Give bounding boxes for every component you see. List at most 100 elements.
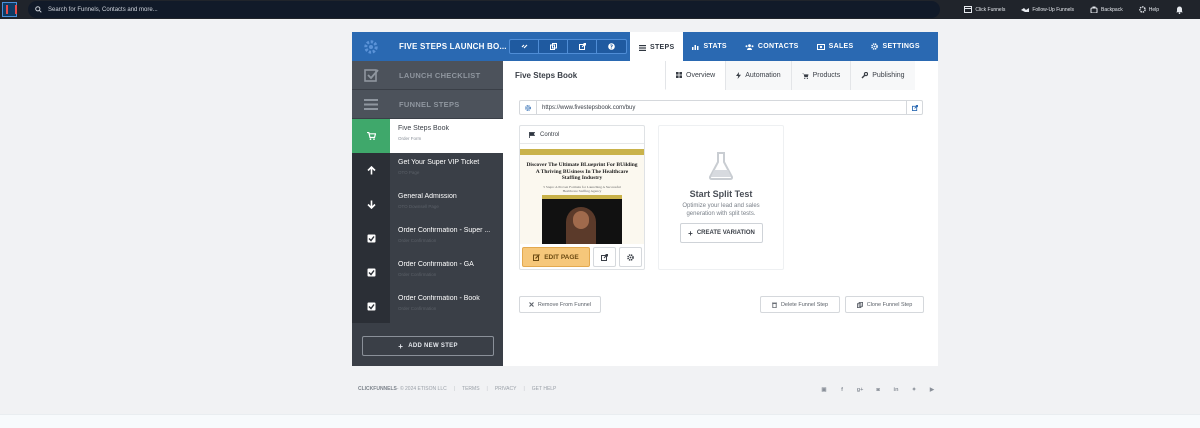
url-open-button[interactable]: [906, 101, 922, 114]
step-type: Order Confirmation: [398, 306, 437, 311]
money-icon: [816, 43, 825, 50]
help-button[interactable]: ?: [597, 40, 626, 53]
checkbox-checked-icon: [367, 302, 375, 310]
sidebar: LAUNCH CHECKLIST FUNNEL STEPS Five Steps…: [352, 61, 503, 366]
twitter-icon[interactable]: ✦: [905, 387, 923, 393]
search-icon: [35, 6, 42, 13]
nav-help[interactable]: Help: [1138, 6, 1159, 13]
header-icon-group: ?: [509, 39, 627, 54]
footer-help-link[interactable]: GET HELP: [532, 386, 557, 392]
page-url-field[interactable]: https://www.fivestepsbook.com/buy: [519, 100, 923, 115]
search-placeholder: Search for Funnels, Contacts and more...: [48, 6, 158, 13]
page-url: https://www.fivestepsbook.com/buy: [542, 104, 636, 111]
tab-steps[interactable]: STEPS: [630, 32, 684, 61]
preview-heading: Discover The Ultimate BLueprint For BUil…: [526, 162, 638, 181]
menu-icon: [364, 98, 378, 110]
users-icon: [745, 43, 754, 50]
funnel-gear-icon[interactable]: [352, 32, 390, 61]
delete-funnel-step-button[interactable]: Delete Funnel Step: [760, 296, 840, 313]
sidebar-launch-checklist[interactable]: LAUNCH CHECKLIST: [352, 61, 503, 90]
step-type: OTO Downsell Page: [398, 204, 439, 209]
control-header: Control: [520, 126, 644, 144]
google-plus-icon[interactable]: g+: [851, 387, 869, 393]
plus-icon: +: [688, 228, 693, 238]
add-new-step-button[interactable]: + ADD NEW STEP: [362, 336, 494, 356]
bottom-strip: [0, 414, 1200, 428]
sidebar-step-confirmation-ga[interactable]: Order Confirmation - GA Order Confirmati…: [352, 255, 503, 289]
wrench-icon: [861, 72, 869, 79]
tab-automation[interactable]: Automation: [725, 61, 791, 90]
flag-icon: [529, 131, 535, 138]
tab-products[interactable]: Products: [790, 61, 851, 90]
split-test-description: Optimize your lead and sales generation …: [682, 203, 760, 217]
copy-icon: [549, 43, 557, 50]
step-name: General Admission: [398, 193, 457, 200]
footer-terms-link[interactable]: TERMS: [462, 386, 480, 392]
url-settings-button[interactable]: [520, 101, 537, 114]
preview-video: [542, 199, 622, 244]
search-input[interactable]: Search for Funnels, Contacts and more...: [28, 1, 940, 18]
cart-icon: [366, 132, 376, 140]
copy-button[interactable]: [539, 40, 568, 53]
control-variation-card: Control Discover The Ultimate BLueprint …: [519, 125, 645, 270]
step-name: Get Your Super VIP Ticket: [398, 159, 480, 166]
blog-icon[interactable]: ▣: [815, 387, 833, 393]
funnel-title: FIVE STEPS LAUNCH BO...: [399, 42, 507, 51]
youtube-icon[interactable]: ▶: [923, 387, 941, 393]
question-icon: ?: [608, 43, 615, 50]
footer-privacy-link[interactable]: PRIVACY: [495, 386, 517, 392]
step-title: Five Steps Book: [515, 71, 578, 80]
svg-text:?: ?: [610, 44, 613, 50]
nav-follow-up-funnels[interactable]: Follow-Up Funnels: [1021, 7, 1074, 13]
handshake-icon: [1021, 7, 1030, 12]
page-settings-button[interactable]: [619, 247, 642, 267]
bolt-icon: [736, 72, 742, 79]
sidebar-funnel-steps[interactable]: FUNNEL STEPS: [352, 90, 503, 119]
tab-settings[interactable]: SETTINGS: [862, 32, 928, 61]
instagram-icon[interactable]: ◙: [869, 387, 887, 393]
social-links: ▣ f g+ ◙ in ✦ ▶: [815, 387, 941, 393]
clone-funnel-step-button[interactable]: Clone Funnel Step: [845, 296, 924, 313]
footer: CLICKFUNNELS - © 2024 ETISON LLC | TERMS…: [358, 386, 557, 392]
create-variation-button[interactable]: + CREATE VARIATION: [680, 223, 763, 243]
tab-contacts[interactable]: CONTACTS: [736, 32, 808, 61]
tab-sales[interactable]: SALES: [808, 32, 863, 61]
step-type: Order Confirmation: [398, 238, 437, 243]
open-external-button[interactable]: [568, 40, 597, 53]
control-actions: EDIT PAGE: [522, 247, 642, 267]
step-sub-tabs: Overview Automation Products Publishing: [665, 61, 915, 90]
tab-publishing[interactable]: Publishing: [850, 61, 915, 90]
sidebar-step-super-vip-ticket[interactable]: Get Your Super VIP Ticket OTO Page: [352, 153, 503, 187]
help-gear-icon: [1138, 6, 1146, 13]
checkbox-checked-icon: [367, 268, 375, 276]
preview-page-button[interactable]: [593, 247, 616, 267]
sidebar-step-general-admission[interactable]: General Admission OTO Downsell Page: [352, 187, 503, 221]
notifications-button[interactable]: [1175, 5, 1184, 14]
remove-from-funnel-button[interactable]: Remove From Funnel: [519, 296, 601, 313]
plus-icon: +: [398, 341, 404, 351]
sidebar-step-confirmation-super[interactable]: Order Confirmation - Super ... Order Con…: [352, 221, 503, 255]
clickfunnels-logo[interactable]: [2, 2, 17, 17]
facebook-icon[interactable]: f: [833, 387, 851, 393]
step-type: Order Form: [398, 136, 422, 141]
tab-stats[interactable]: STATS: [683, 32, 735, 61]
linkedin-icon[interactable]: in: [887, 387, 905, 393]
link-button[interactable]: [510, 40, 539, 53]
page-preview-thumbnail[interactable]: Discover The Ultimate BLueprint For BUil…: [520, 149, 644, 244]
sidebar-step-five-steps-book[interactable]: Five Steps Book Order Form: [352, 119, 503, 153]
step-name: Five Steps Book: [398, 125, 449, 132]
bell-icon: [1176, 6, 1183, 14]
sidebar-step-confirmation-book[interactable]: Order Confirmation - Book Order Confirma…: [352, 289, 503, 323]
gear-icon: [871, 43, 879, 50]
nav-backpack[interactable]: Backpack: [1090, 6, 1123, 13]
edit-page-button[interactable]: EDIT PAGE: [522, 247, 590, 267]
grid-icon: [676, 72, 682, 78]
tab-overview[interactable]: Overview: [665, 61, 726, 90]
external-link-icon: [601, 253, 608, 261]
bar-chart-icon: [692, 44, 699, 50]
footer-copyright: - © 2024 ETISON LLC: [396, 386, 447, 392]
header-tabs: STEPS STATS CONTACTS SALES SETTINGS: [630, 32, 929, 61]
nav-click-funnels[interactable]: Click Funnels: [964, 6, 1005, 13]
step-type: OTO Page: [398, 170, 420, 175]
step-type: Order Confirmation: [398, 272, 437, 277]
